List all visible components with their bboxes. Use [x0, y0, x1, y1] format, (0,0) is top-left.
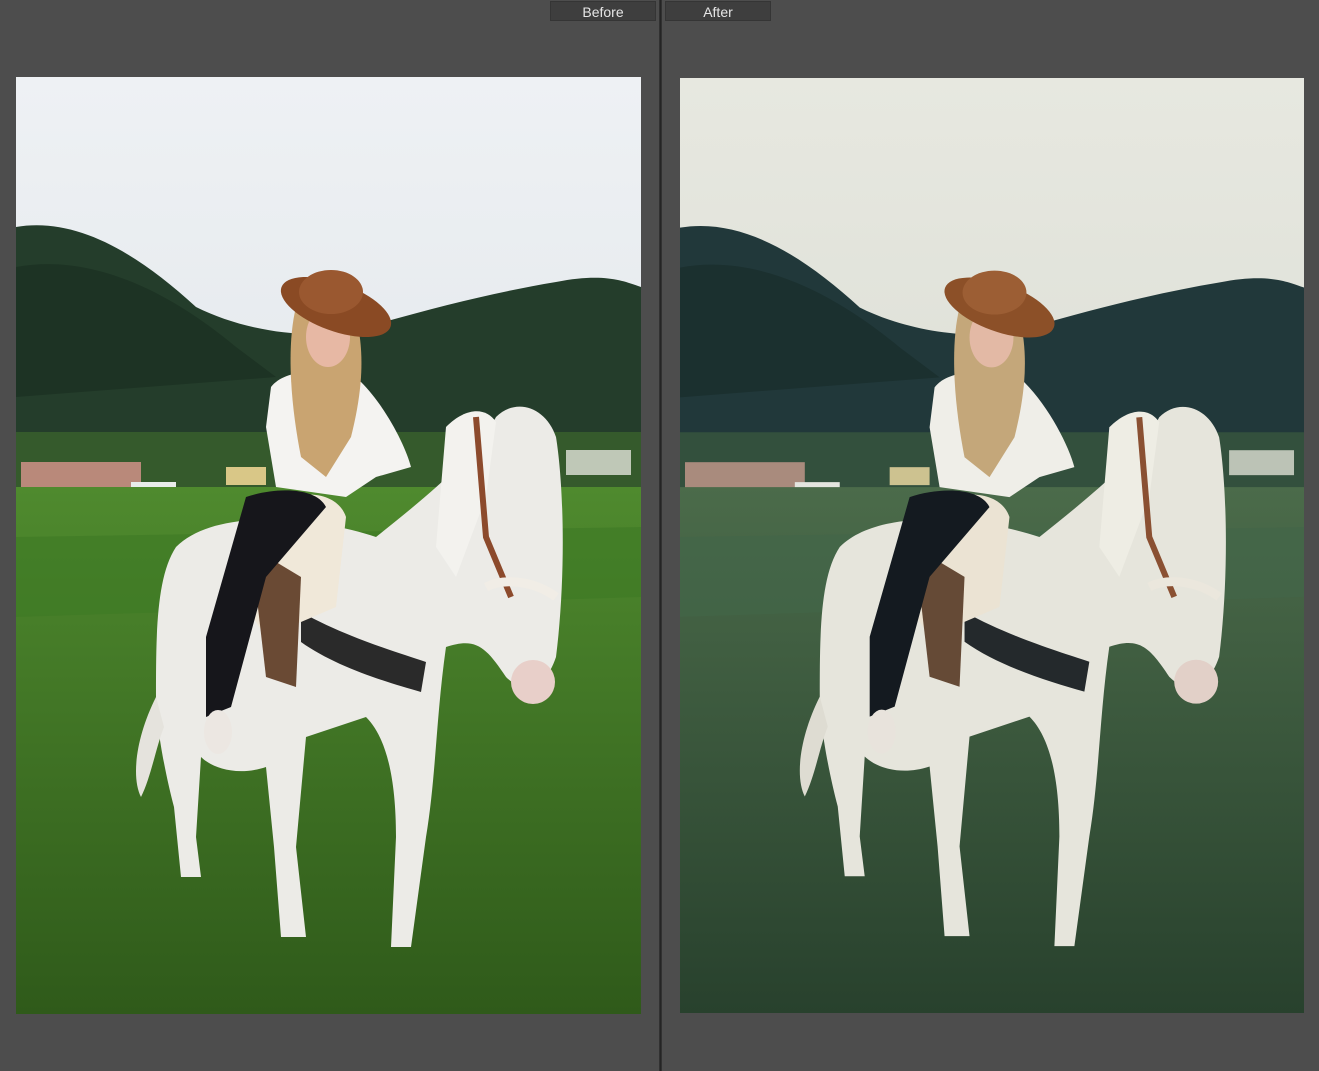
after-photo-canvas: [680, 78, 1304, 1013]
after-label: After: [665, 1, 771, 21]
before-pane: Before: [0, 0, 659, 1071]
before-photo-canvas: [16, 77, 641, 1014]
before-photo[interactable]: [16, 77, 641, 1014]
after-photo[interactable]: [680, 78, 1304, 1013]
after-pane: After: [662, 0, 1319, 1071]
before-label: Before: [550, 1, 656, 21]
